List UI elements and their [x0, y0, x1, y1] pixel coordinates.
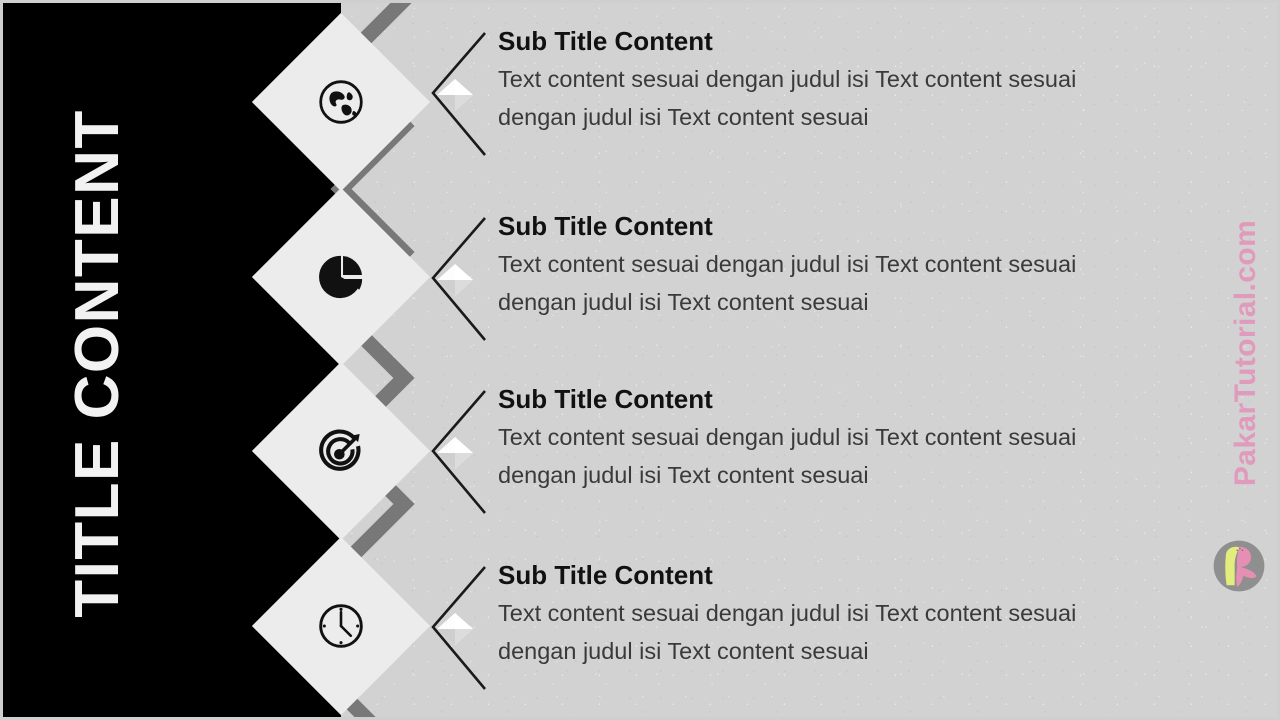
row-texts-1: Sub Title Content Text content sesuai de…	[498, 26, 1153, 136]
icon-node-2[interactable]	[251, 187, 431, 367]
title-container: TITLE CONTENT	[3, 3, 263, 717]
chevron-bracket-1	[431, 32, 486, 156]
pie-chart-icon	[319, 255, 363, 299]
watermark-text: PakarTutorial.com	[1229, 219, 1263, 487]
diamond-icon-slot-4	[278, 563, 404, 689]
page-title: TITLE CONTENT	[62, 108, 132, 618]
row-subtitle-3: Sub Title Content	[498, 384, 713, 414]
diamond-icon-slot-2	[278, 214, 404, 340]
clock-icon	[319, 604, 363, 648]
pakartutorial-logo-icon	[1213, 540, 1265, 592]
chevron-bracket-2	[431, 217, 486, 341]
slide-canvas: TITLE CONTENT Sub Title Content Text con…	[0, 0, 1280, 720]
watermark: PakarTutorial.com	[1223, 173, 1269, 533]
icon-node-3[interactable]	[251, 361, 431, 541]
globe-icon	[319, 80, 363, 124]
content-row-1: Sub Title Content Text content sesuai de…	[423, 26, 1153, 156]
row-body-2: Text content sesuai dengan judul isi Tex…	[498, 250, 1077, 315]
diamond-icon-slot-1	[278, 39, 404, 165]
content-row-3: Sub Title Content Text content sesuai de…	[423, 384, 1153, 514]
row-body-4: Text content sesuai dengan judul isi Tex…	[498, 599, 1077, 664]
row-texts-4: Sub Title Content Text content sesuai de…	[498, 560, 1153, 670]
row-texts-2: Sub Title Content Text content sesuai de…	[498, 211, 1153, 321]
icon-node-1[interactable]	[251, 12, 431, 192]
icon-node-4[interactable]	[251, 536, 431, 716]
target-icon	[319, 429, 361, 471]
content-row-4: Sub Title Content Text content sesuai de…	[423, 560, 1153, 690]
diamond-icon-slot-3	[278, 388, 404, 514]
row-body-3: Text content sesuai dengan judul isi Tex…	[498, 423, 1077, 488]
row-texts-3: Sub Title Content Text content sesuai de…	[498, 384, 1153, 494]
row-subtitle-2: Sub Title Content	[498, 211, 713, 241]
row-body-1: Text content sesuai dengan judul isi Tex…	[498, 65, 1077, 130]
chevron-bracket-3	[431, 390, 486, 514]
content-row-2: Sub Title Content Text content sesuai de…	[423, 211, 1153, 341]
row-subtitle-4: Sub Title Content	[498, 560, 713, 590]
row-subtitle-1: Sub Title Content	[498, 26, 713, 56]
chevron-bracket-4	[431, 566, 486, 690]
